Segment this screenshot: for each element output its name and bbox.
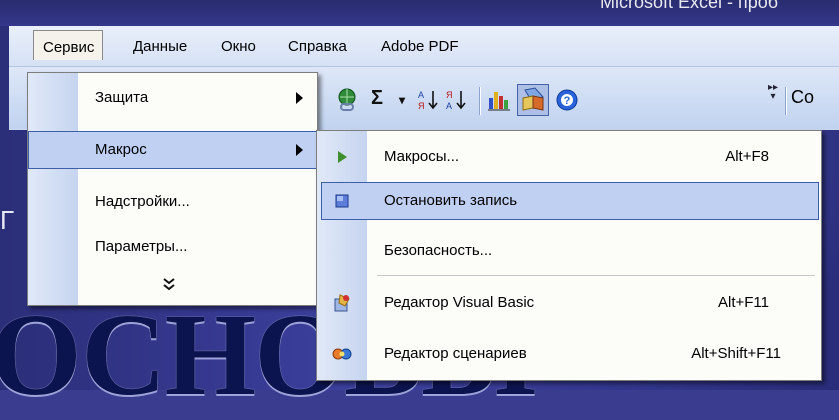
menu-data[interactable]: Данные xyxy=(127,36,193,57)
menu-item-label: Редактор сценариев xyxy=(384,345,527,362)
menu-service[interactable]: Сервис xyxy=(33,30,104,60)
play-icon xyxy=(338,151,347,163)
menu-item-label: Остановить запись xyxy=(384,192,518,209)
menu-item-label: Редактор Visual Basic xyxy=(384,294,535,311)
menu-item-label: Макрос xyxy=(95,141,147,158)
window-title: Microsoft Excel - проб xyxy=(600,0,779,12)
menu-expand-row[interactable] xyxy=(28,265,317,303)
autosum-icon[interactable]: Σ xyxy=(371,87,383,110)
menu-item-vba-editor[interactable]: Редактор Visual Basic Alt+F11 xyxy=(317,284,821,322)
svg-text:?: ? xyxy=(564,95,571,107)
svg-text:А: А xyxy=(418,90,424,100)
sort-descending-icon[interactable]: Я А xyxy=(445,88,469,112)
submenu-arrow-icon xyxy=(296,144,303,156)
menu-item-protection[interactable]: Защита xyxy=(28,79,317,117)
menu-item-shortcut: Alt+F8 xyxy=(725,148,769,165)
menu-adobe-pdf[interactable]: Adobe PDF xyxy=(375,36,465,57)
submenu-arrow-icon xyxy=(296,92,303,104)
help-icon[interactable]: ? xyxy=(555,88,579,112)
menu-item-label: Макросы... xyxy=(384,148,460,165)
toolbar-separator xyxy=(785,87,786,115)
toolbar-overflow-glyph: ▸▸ xyxy=(767,82,779,93)
menu-item-options[interactable]: Параметры... xyxy=(28,228,317,266)
slide-side-letter: Г xyxy=(0,205,15,235)
vba-editor-icon xyxy=(334,294,350,312)
hyperlink-icon[interactable] xyxy=(335,88,359,112)
autosum-dropdown-icon[interactable]: ▾ xyxy=(399,93,405,107)
menu-bar: Сервис Данные Окно Справка Adobe PDF xyxy=(9,26,839,67)
drawing-icon[interactable] xyxy=(517,84,549,116)
svg-text:А: А xyxy=(446,101,452,111)
menu-item-label: Надстройки... xyxy=(95,193,190,210)
menu-item-shortcut: Alt+F11 xyxy=(718,294,769,311)
service-menu: Защита Макрос Надстройки... Параметры... xyxy=(27,72,318,306)
menu-window[interactable]: Окно xyxy=(215,36,262,57)
menu-item-label: Безопасность... xyxy=(384,242,493,259)
menu-help[interactable]: Справка xyxy=(282,36,353,57)
menu-item-macros[interactable]: Макросы... Alt+F8 xyxy=(317,138,821,176)
script-editor-icon xyxy=(332,348,352,360)
menu-item-label: Защита xyxy=(95,89,149,106)
menu-item-label: Параметры... xyxy=(95,238,188,255)
menu-item-security[interactable]: Безопасность... xyxy=(317,232,821,270)
sort-ascending-icon[interactable]: А Я xyxy=(417,88,441,112)
menu-item-script-editor[interactable]: Редактор сценариев Alt+Shift+F11 xyxy=(317,335,821,373)
menu-item-stop-recording[interactable]: Остановить запись xyxy=(321,182,819,220)
chevron-double-down-icon xyxy=(163,277,175,294)
svg-text:Я: Я xyxy=(418,101,425,111)
toolbar-cut-label: Co xyxy=(791,87,815,107)
menu-item-macro[interactable]: Макрос xyxy=(28,131,317,169)
stop-icon xyxy=(335,194,349,208)
chart-wizard-icon[interactable] xyxy=(487,88,511,112)
slide-title-strip: Microsoft Excel - проб xyxy=(0,0,839,26)
macro-submenu: Макросы... Alt+F8 Остановить запись Безо… xyxy=(316,130,822,381)
menu-separator xyxy=(377,275,815,276)
toolbar-overflow-icon[interactable]: ▸▸ ▾ xyxy=(767,83,779,119)
toolbar-separator xyxy=(479,87,480,115)
svg-text:Я: Я xyxy=(446,90,453,100)
menu-item-shortcut: Alt+Shift+F11 xyxy=(691,345,781,362)
menu-item-addins[interactable]: Надстройки... xyxy=(28,183,317,221)
